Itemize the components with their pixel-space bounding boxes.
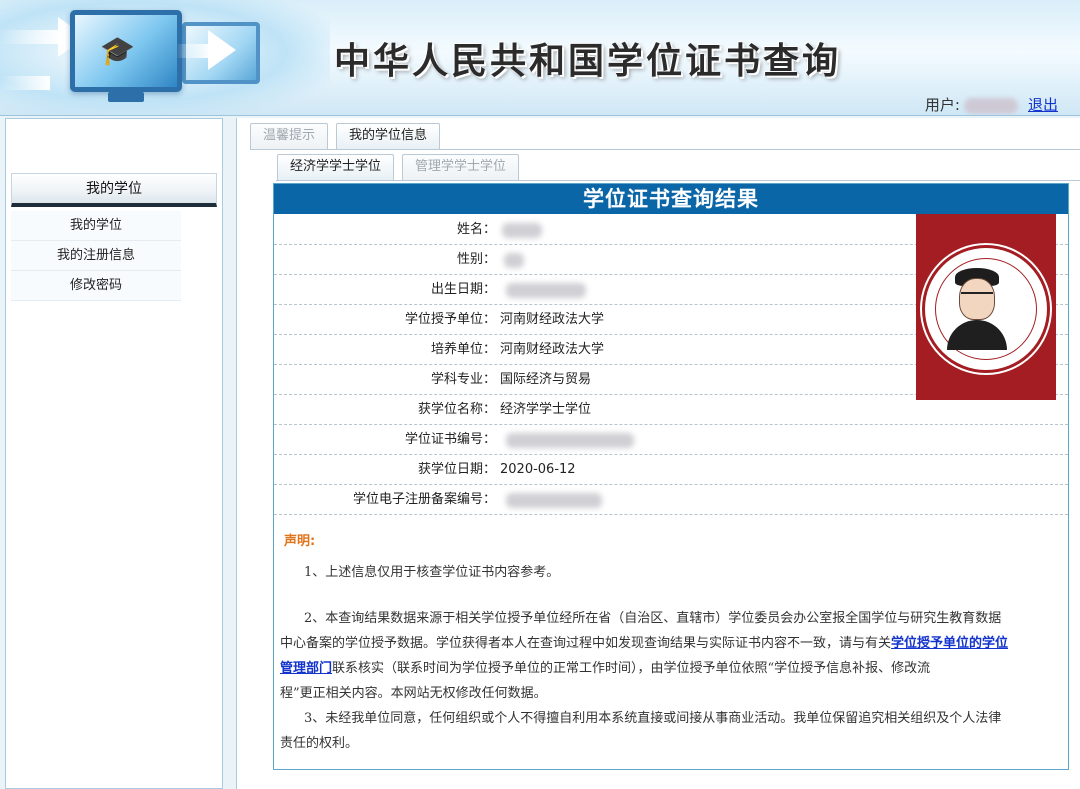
sidebar-heading[interactable]: 我的学位 (11, 173, 217, 207)
declaration-item-2-line-4: 程”更正相关内容。本网站无权修改任何数据。 (280, 686, 547, 701)
declaration-item-3-line-1: 3、未经我单位同意，任何组织或个人不得擅自利用本系统直接或间接从事商业活动。我单… (304, 711, 1002, 726)
username-redacted (963, 97, 1018, 114)
field-value: 河南财经政法大学 (500, 312, 605, 327)
tab-tips[interactable]: 温馨提示 (250, 123, 329, 149)
field-label: 学位电子注册备案编号： (352, 492, 496, 507)
redacted-value (506, 433, 634, 448)
result-panel: 学位证书查询结果 姓名： 性别： 出生日期： 学位授予单位： 河南财经政法大学 … (273, 183, 1069, 770)
sidebar-item-change-password[interactable]: 修改密码 (11, 271, 181, 301)
tab-my-degree-info[interactable]: 我的学位信息 (336, 123, 441, 149)
declaration-text: 中心备案的学位授予数据。学位获得者本人在查询过程中如发现查询结果与实际证书内容不… (280, 636, 892, 651)
field-label: 学位证书编号： (404, 432, 496, 447)
field-label: 性别： (456, 252, 496, 267)
tab-divider (250, 149, 1080, 150)
sidebar-divider (222, 118, 236, 789)
redacted-value (506, 493, 602, 508)
arrow-decoration-icon (208, 30, 236, 70)
redacted-value (504, 253, 524, 268)
tab-economics-bachelor[interactable]: 经济学学士学位 (277, 154, 395, 180)
field-row-certificate-number: 学位证书编号： (274, 425, 1068, 455)
declaration-item-3-line-2: 责任的权利。 (280, 736, 359, 751)
graduate-photo (916, 214, 1056, 400)
site-header: 🎓 中华人民共和国学位证书查询 用户: 退出 (0, 0, 1080, 116)
field-value: 河南财经政法大学 (500, 342, 605, 357)
logout-link[interactable]: 退出 (1028, 96, 1058, 114)
user-area: 用户: 退出 (925, 94, 1058, 115)
admin-department-link[interactable]: 学位授予单位的学位 (891, 636, 1008, 651)
field-label: 学科专业： (430, 372, 496, 387)
site-title: 中华人民共和国学位证书查询 (334, 40, 842, 82)
declaration-item-2-line-3: 管理部门联系核实（联系时间为学位授予单位的正常工作时间），由学位授予单位依照“学… (280, 656, 930, 681)
field-label: 学位授予单位： (404, 312, 496, 327)
declaration-title: 声明: (284, 534, 316, 549)
declaration-text: 联系核实（联系时间为学位授予单位的正常工作时间），由学位授予单位依照“学位授予信… (332, 661, 931, 676)
sidebar-item-registration-info[interactable]: 我的注册信息 (11, 241, 181, 271)
user-label: 用户: (924, 96, 960, 114)
arrow-decoration (0, 76, 50, 90)
sidebar: 我的学位 我的学位 我的注册信息 修改密码 (5, 118, 223, 789)
field-label: 姓名： (456, 222, 496, 237)
field-label: 培养单位： (430, 342, 496, 357)
monitor-stand (108, 92, 144, 102)
field-row-degree-date: 获学位日期： 2020-06-12 (274, 455, 1068, 485)
redacted-value (506, 283, 586, 298)
declaration-item-2-line-1: 2、本查询结果数据来源于相关学位授予单位经所在省（自治区、直辖市）学位委员会办公… (304, 611, 1002, 626)
university-seal-icon (922, 245, 1050, 373)
declaration-item-1: 1、上述信息仅用于核查学位证书内容参考。 (304, 565, 560, 580)
result-title: 学位证书查询结果 (274, 184, 1068, 214)
field-value: 经济学学士学位 (500, 402, 592, 417)
field-label: 获学位名称： (417, 402, 496, 417)
field-label: 出生日期： (430, 282, 496, 297)
admin-department-link-continued[interactable]: 管理部门 (280, 661, 332, 676)
field-row-registration-number: 学位电子注册备案编号： (274, 485, 1068, 515)
tab-management-bachelor[interactable]: 管理学学士学位 (402, 154, 520, 180)
arrow-decoration (0, 30, 60, 44)
avatar-glasses-icon (961, 292, 993, 302)
redacted-value (502, 223, 542, 238)
arrow-decoration (176, 44, 210, 58)
subtab-divider (276, 180, 1080, 181)
field-label: 获学位日期： (417, 462, 496, 477)
declaration-item-2-line-2: 中心备案的学位授予数据。学位获得者本人在查询过程中如发现查询结果与实际证书内容不… (280, 631, 1008, 656)
sidebar-item-my-degree[interactable]: 我的学位 (11, 211, 181, 241)
field-value: 国际经济与贸易 (500, 372, 592, 387)
graduation-cap-icon: 🎓 (100, 34, 135, 67)
field-value: 2020-06-12 (500, 462, 576, 477)
